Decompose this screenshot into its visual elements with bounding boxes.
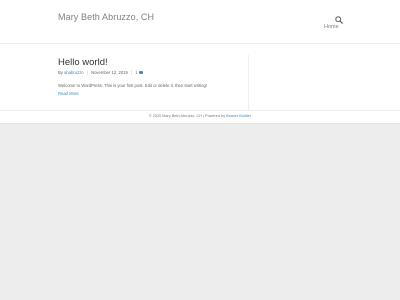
- site-header: Mary Beth Abruzzo, CH Home: [0, 0, 400, 44]
- beaver-builder-link[interactable]: Beaver Builder: [226, 114, 251, 118]
- post-date: November 12, 2019: [91, 70, 128, 75]
- meta-separator: |: [86, 70, 88, 75]
- comment-icon: [138, 71, 143, 75]
- post-author-link[interactable]: ahabruzzo: [64, 70, 84, 75]
- search-icon[interactable]: [335, 11, 343, 24]
- read-more-link[interactable]: Read More: [58, 91, 79, 96]
- post-meta-by-label: By: [58, 70, 63, 75]
- nav-item-home[interactable]: Home: [324, 24, 339, 30]
- meta-separator: |: [131, 70, 133, 75]
- post-comments-link[interactable]: 1: [135, 70, 143, 75]
- post-title[interactable]: Hello world!: [58, 57, 108, 68]
- page-background: [0, 123, 400, 300]
- comments-count: 1: [135, 70, 138, 75]
- site-title[interactable]: Mary Beth Abruzzo, CH: [58, 11, 158, 23]
- main-content: Hello world! By ahabruzzo | November 12,…: [0, 45, 400, 111]
- post-meta: By ahabruzzo | November 12, 2019 | 1: [58, 70, 143, 75]
- site-footer: © 2020 Mary Beth Abruzzo, CH | Powered b…: [0, 112, 400, 123]
- footer-copyright: © 2020 Mary Beth Abruzzo, CH | Powered b…: [148, 114, 226, 118]
- page-content-area: Mary Beth Abruzzo, CH Home Hello world! …: [0, 0, 400, 123]
- post-excerpt: Welcome to WordPress. This is your first…: [58, 83, 207, 88]
- sidebar-divider: [248, 55, 249, 111]
